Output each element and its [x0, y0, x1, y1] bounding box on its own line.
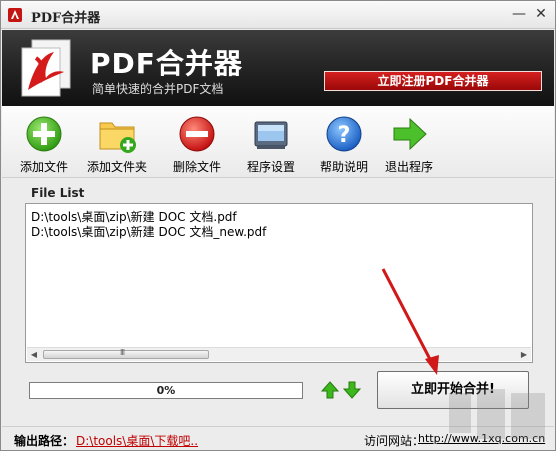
annotation-arrow-icon	[381, 268, 439, 375]
progress-percent: 0%	[156, 384, 176, 397]
svg-text:?: ?	[338, 123, 351, 148]
move-down-arrow-icon[interactable]	[343, 381, 361, 399]
output-path-label: 输出路径：	[14, 434, 75, 448]
help-label: 帮助说明	[320, 160, 369, 174]
register-button[interactable]: 立即注册PDF合并器	[324, 71, 542, 91]
add-file-button[interactable]: 添加文件	[20, 114, 68, 175]
website-label: 访问网站：	[364, 434, 425, 448]
list-item[interactable]: D:\tools\桌面\zip\新建 DOC 文档_new.pdf	[31, 223, 266, 240]
exit-button[interactable]: 退出程序	[385, 114, 433, 175]
settings-label: 程序设置	[247, 160, 296, 174]
app-window: PDF合并器 — ✕ PDF合并器 简单快速的合并PDF文档 立即注册PDF合并…	[0, 0, 556, 451]
settings-button[interactable]: 程序设置	[247, 114, 295, 175]
add-folder-button[interactable]: 添加文件夹	[87, 114, 147, 175]
minimize-button[interactable]: —	[509, 5, 529, 23]
toolbar: 添加文件 添加文件夹 删除文件 程序设置 ? 帮助说明 退出程序	[2, 106, 554, 178]
delete-icon	[179, 116, 215, 152]
add-icon	[26, 116, 62, 152]
scroll-right-arrow-icon[interactable]: ▶	[517, 348, 531, 361]
output-path-link[interactable]: D:\tools\桌面\下载吧..	[76, 432, 198, 449]
move-up-arrow-icon[interactable]	[321, 381, 339, 399]
help-button[interactable]: ? 帮助说明	[320, 114, 368, 175]
merge-progress-bar: 0%	[29, 382, 303, 399]
header-banner: PDF合并器 简单快速的合并PDF文档 立即注册PDF合并器	[2, 30, 554, 106]
scroll-grip: III	[120, 348, 125, 357]
file-list[interactable]: D:\tools\桌面\zip\新建 DOC 文档.pdf D:\tools\桌…	[25, 203, 533, 363]
file-list-label: File List	[31, 186, 85, 200]
add-folder-icon	[99, 122, 136, 153]
app-tagline: 简单快速的合并PDF文档	[92, 82, 224, 96]
exit-icon	[393, 117, 427, 151]
app-name: PDF合并器	[90, 47, 243, 80]
add-folder-label: 添加文件夹	[87, 160, 148, 174]
delete-file-button[interactable]: 删除文件	[173, 114, 221, 175]
watermark-logo	[449, 389, 545, 439]
delete-file-label: 删除文件	[173, 160, 222, 174]
pdf-app-icon	[8, 8, 22, 22]
title-bar: PDF合并器 — ✕	[1, 1, 555, 29]
help-icon: ?	[326, 116, 362, 152]
scroll-thumb[interactable]: III	[43, 348, 209, 359]
exit-label: 退出程序	[385, 160, 434, 174]
pdf-logo-icon	[21, 39, 71, 97]
close-button[interactable]: ✕	[531, 5, 551, 23]
settings-icon	[254, 121, 288, 149]
scroll-left-arrow-icon[interactable]: ◀	[27, 348, 41, 361]
horizontal-scrollbar[interactable]: ◀ III ▶	[27, 347, 531, 361]
add-file-label: 添加文件	[20, 160, 69, 174]
window-title: PDF合并器	[31, 11, 101, 26]
